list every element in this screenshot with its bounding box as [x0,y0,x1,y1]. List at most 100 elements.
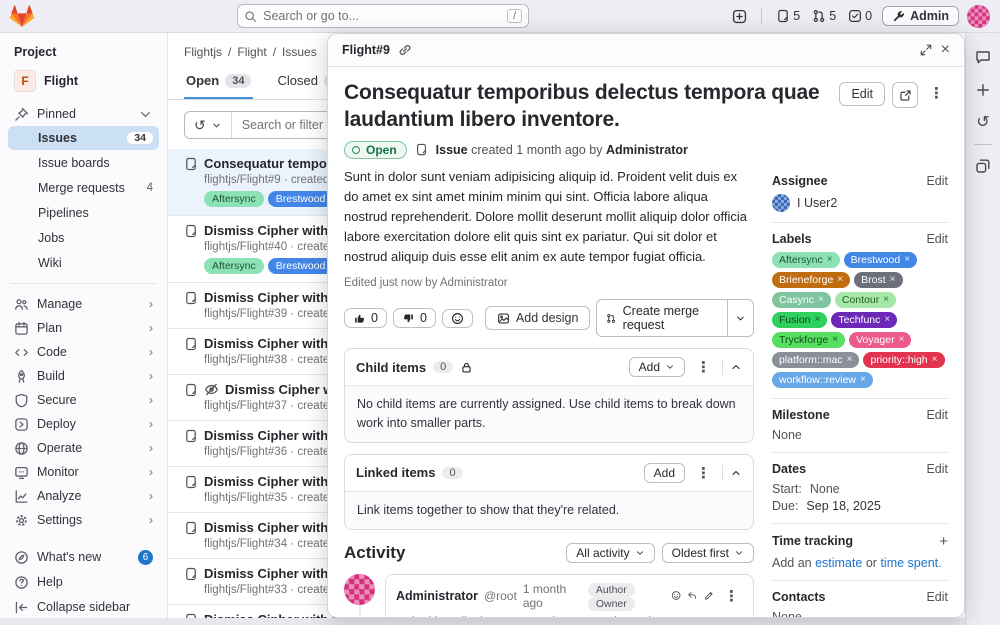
sidebar-item-pinned[interactable]: Pinned [8,102,159,126]
reply-icon[interactable] [687,589,697,602]
breadcrumb-item[interactable]: Issues [282,45,317,59]
sidebar-project-flight[interactable]: F Flight [8,67,159,102]
label-pill[interactable]: Contour× [835,292,896,308]
sidebar-pinned-item[interactable]: Wiki [8,251,159,275]
remove-label-icon[interactable]: × [884,314,890,325]
remove-label-icon[interactable]: × [904,254,910,265]
topbar-merge-requests-count[interactable]: 5 [810,7,838,25]
remove-label-icon[interactable]: × [827,254,833,265]
expand-icon[interactable] [919,43,933,57]
user-avatar[interactable] [967,5,990,28]
label-pill[interactable]: Brestwood [268,191,334,207]
remove-label-icon[interactable]: × [860,374,866,385]
topbar-todo-count[interactable]: 0 [846,7,874,25]
remove-label-icon[interactable]: × [832,334,838,345]
edit-contacts-link[interactable]: Edit [926,590,948,604]
close-icon[interactable]: × [941,42,950,58]
sidebar-pinned-item[interactable]: Merge requests 4 [8,176,159,200]
estimate-link[interactable]: estimate [815,556,862,570]
sidebar-item-settings[interactable]: Settings› [8,508,159,532]
sidebar-item-whats-new[interactable]: What's new 6 [8,545,159,569]
sidebar-item-operate[interactable]: Operate› [8,436,159,460]
label-pill[interactable]: priority::high× [863,352,944,368]
sidebar-pinned-item[interactable]: Pipelines [8,201,159,225]
add-linked-item-button[interactable]: Add [644,463,685,483]
sidebar-item-plan[interactable]: Plan› [8,316,159,340]
remove-label-icon[interactable]: × [815,314,821,325]
activity-filter-dropdown[interactable]: All activity [566,543,654,563]
plus-icon[interactable] [975,82,991,98]
issue-state-tab[interactable]: Open 34 [184,63,253,99]
label-pill[interactable]: Brestwood× [844,252,917,268]
create-merge-request-button[interactable]: Create merge request [597,300,727,336]
sidebar-item-build[interactable]: Build› [8,364,159,388]
label-pill[interactable]: Aftersync [204,258,264,274]
label-pill[interactable]: Aftersync [204,191,264,207]
author-name[interactable]: Administrator [606,143,688,157]
remove-label-icon[interactable]: × [837,274,843,285]
history-icon[interactable]: ↺ [976,115,989,131]
sidebar-item-secure[interactable]: Secure› [8,388,159,412]
edit-labels-link[interactable]: Edit [926,232,948,246]
add-design-button[interactable]: Add design [485,306,591,330]
collapse-widget-icon[interactable] [730,361,742,373]
pencil-icon[interactable] [704,589,714,602]
open-in-full-button[interactable] [892,82,918,108]
sidebar-item-help[interactable]: Help [8,570,159,594]
sidebar-pinned-item[interactable]: Issue boards [8,151,159,175]
thumbs-up-button[interactable]: 0 [344,308,387,328]
sidebar-pinned-item[interactable]: Issues 34 [8,126,159,150]
add-emoji-button[interactable] [442,309,473,328]
label-pill[interactable]: Brost× [854,272,902,288]
thumbs-down-button[interactable]: 0 [393,308,436,328]
edit-dates-link[interactable]: Edit [926,462,948,476]
edit-milestone-link[interactable]: Edit [926,408,948,422]
add-child-item-button[interactable]: Add [629,357,685,377]
label-pill[interactable]: platform::mac× [772,352,859,368]
comment-kebab[interactable]: ⋮ [720,585,743,607]
edit-assignee-link[interactable]: Edit [926,174,948,188]
add-time-entry-button[interactable]: + [939,533,948,550]
comment-author-avatar[interactable] [344,574,375,605]
remove-label-icon[interactable]: × [883,294,889,305]
label-pill[interactable]: Voyager× [849,332,911,348]
linked-items-kebab[interactable]: ⋮ [692,462,715,484]
sidebar-item-deploy[interactable]: Deploy› [8,412,159,436]
edit-button[interactable]: Edit [839,82,885,106]
sidebar-item-code[interactable]: Code› [8,340,159,364]
remove-label-icon[interactable]: × [847,354,853,365]
label-pill[interactable]: Brestwood [268,258,334,274]
label-pill[interactable]: Aftersync× [772,252,840,268]
label-pill[interactable]: Techfunc× [831,312,897,328]
remove-label-icon[interactable]: × [899,334,905,345]
create-new-button[interactable] [730,7,749,26]
sidebar-collapse-button[interactable]: Collapse sidebar [8,595,159,619]
create-mr-dropdown-toggle[interactable] [727,300,753,336]
breadcrumb-item[interactable]: Flight [237,45,266,59]
sidebar-item-manage[interactable]: Manage› [8,292,159,316]
gitlab-logo-icon[interactable] [10,4,36,28]
comments-icon[interactable] [975,49,991,65]
breadcrumb-item[interactable]: Flightjs [184,45,222,59]
remove-label-icon[interactable]: × [932,354,938,365]
collapse-widget-icon[interactable] [730,467,742,479]
label-pill[interactable]: Casync× [772,292,831,308]
time-spent-link[interactable]: time spent [880,556,938,570]
activity-sort-dropdown[interactable]: Oldest first [662,543,754,563]
assignee-name[interactable]: I User2 [797,196,837,210]
remove-label-icon[interactable]: × [818,294,824,305]
remove-label-icon[interactable]: × [890,274,896,285]
more-actions-kebab[interactable]: ⋮ [925,82,948,104]
global-search-input[interactable]: Search or go to... / [237,4,529,28]
label-pill[interactable]: Tryckforge× [772,332,845,348]
link-icon[interactable] [398,43,412,57]
child-items-kebab[interactable]: ⋮ [692,356,715,378]
recent-searches-dropdown[interactable]: ↺ [185,112,232,138]
topbar-issues-count[interactable]: 5 [774,7,802,25]
related-items-icon[interactable] [975,158,991,174]
sidebar-item-monitor[interactable]: Monitor› [8,460,159,484]
sidebar-item-analyze[interactable]: Analyze› [8,484,159,508]
label-pill[interactable]: workflow::review× [772,372,873,388]
admin-mode-button[interactable]: Admin [882,6,959,26]
comment-author-name[interactable]: Administrator [396,589,478,603]
